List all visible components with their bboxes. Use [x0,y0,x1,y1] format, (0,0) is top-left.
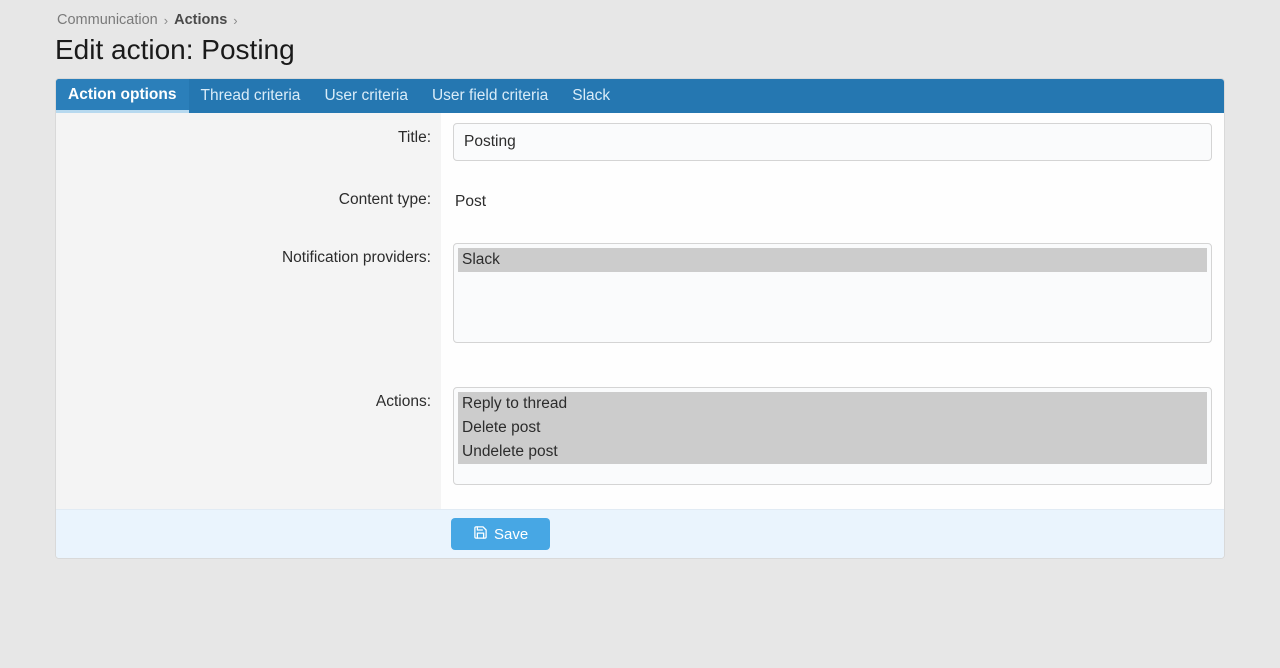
tab-user-field-criteria[interactable]: User field criteria [420,79,560,113]
chevron-right-icon: › [164,13,168,28]
actions-option[interactable]: Delete post [458,416,1207,440]
providers-label: Notification providers: [56,233,441,283]
save-button[interactable]: Save [451,518,550,550]
content-type-value: Post [453,191,1212,213]
actions-option[interactable]: Undelete post [458,440,1207,464]
tab-user-criteria[interactable]: User criteria [312,79,420,113]
breadcrumb-item[interactable]: Communication [57,12,158,28]
actions-label: Actions: [56,377,441,427]
actions-option[interactable]: Reply to thread [458,392,1207,416]
save-icon [473,525,488,544]
breadcrumb-item[interactable]: Actions [174,12,227,28]
content-type-label: Content type: [56,171,441,229]
actions-select[interactable]: Reply to thread Delete post Undelete pos… [453,387,1212,485]
form-card: Action options Thread criteria User crit… [55,78,1225,559]
title-label: Title: [56,113,441,163]
chevron-right-icon: › [233,13,237,28]
breadcrumb: Communication › Actions › [55,12,1225,32]
tab-slack[interactable]: Slack [560,79,622,113]
save-button-label: Save [494,526,528,543]
tab-action-options[interactable]: Action options [56,79,189,113]
title-input[interactable] [453,123,1212,161]
footer-bar: Save [56,509,1224,558]
tab-bar: Action options Thread criteria User crit… [56,79,1224,113]
page-title: Edit action: Posting [55,34,1225,66]
tab-thread-criteria[interactable]: Thread criteria [189,79,313,113]
providers-select[interactable]: Slack [453,243,1212,343]
form-body: Title: Content type: Post Notification p… [56,113,1224,509]
providers-option[interactable]: Slack [458,248,1207,272]
